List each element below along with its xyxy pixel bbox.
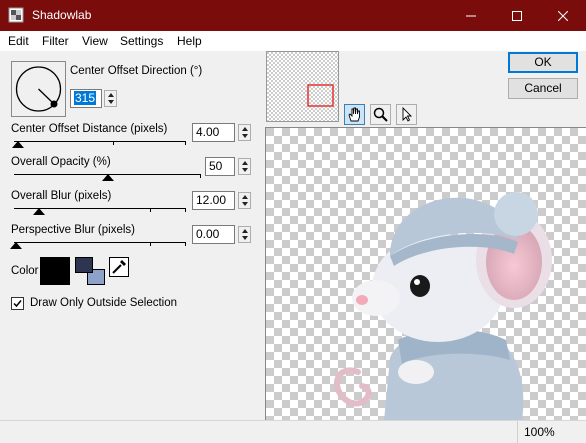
minimize-button[interactable] — [448, 0, 494, 31]
menu-settings[interactable]: Settings — [120, 34, 163, 48]
direction-dial-icon — [15, 66, 62, 112]
thumbnail-preview — [267, 52, 338, 121]
menu-view[interactable]: View — [82, 34, 108, 48]
app-icon — [8, 7, 24, 23]
distance-field[interactable]: 4.00 — [192, 123, 235, 142]
blur-spinner[interactable] — [238, 192, 251, 209]
distance-slider-track[interactable] — [14, 141, 186, 142]
distance-value: 4.00 — [196, 125, 220, 139]
navigator-thumbnail[interactable] — [266, 51, 339, 122]
direction-spinner[interactable] — [104, 90, 117, 107]
perspective-slider-thumb[interactable] — [10, 242, 22, 249]
menu-edit[interactable]: Edit — [8, 34, 29, 48]
shadow-color-swatch[interactable] — [40, 257, 70, 285]
color-label: Color — [11, 265, 39, 277]
menu-filter[interactable]: Filter — [42, 34, 69, 48]
draw-outside-checkbox[interactable] — [11, 297, 24, 310]
title-bar: Shadowlab — [0, 0, 586, 31]
perspective-slider-track[interactable] — [14, 242, 186, 243]
distance-slider-thumb[interactable] — [12, 141, 24, 148]
perspective-label: Perspective Blur (pixels) — [11, 224, 135, 236]
opacity-spinner[interactable] — [238, 158, 251, 175]
menu-bar: Edit Filter View Settings Help — [0, 31, 586, 51]
pointer-tool-button[interactable] — [396, 104, 417, 125]
preview-canvas[interactable] — [265, 127, 586, 420]
checkmark-icon — [13, 300, 22, 308]
distance-label: Center Offset Distance (pixels) — [11, 123, 168, 135]
direction-field[interactable]: 315 — [70, 89, 102, 108]
blur-field[interactable]: 12.00 — [192, 191, 235, 210]
close-button[interactable] — [540, 0, 586, 31]
minimize-icon — [466, 15, 476, 16]
direction-value: 315 — [74, 91, 97, 105]
opacity-value: 50 — [209, 159, 223, 173]
blur-slider-thumb[interactable] — [33, 208, 45, 215]
perspective-value: 0.00 — [196, 227, 220, 241]
opacity-field[interactable]: 50 — [205, 157, 235, 176]
eyedropper-icon — [112, 260, 126, 274]
perspective-field[interactable]: 0.00 — [192, 225, 235, 244]
cancel-button[interactable]: Cancel — [508, 78, 578, 99]
zoom-level: 100% — [524, 425, 555, 439]
zoom-icon — [373, 107, 388, 122]
status-bar: 100% — [0, 420, 586, 443]
preview-image — [266, 128, 586, 420]
maximize-icon — [512, 10, 522, 21]
hand-icon — [348, 107, 360, 122]
blur-value: 12.00 — [196, 193, 227, 207]
pointer-icon — [402, 106, 413, 122]
ok-button[interactable]: OK — [508, 52, 578, 73]
menu-help[interactable]: Help — [177, 34, 202, 48]
blur-label: Overall Blur (pixels) — [11, 190, 112, 202]
opacity-label: Overall Opacity (%) — [11, 156, 111, 168]
direction-dial[interactable] — [11, 61, 66, 117]
zoom-tool-button[interactable] — [370, 104, 391, 125]
maximize-button[interactable] — [494, 0, 540, 31]
close-icon — [558, 10, 568, 21]
opacity-slider-thumb[interactable] — [102, 174, 114, 181]
distance-spinner[interactable] — [238, 124, 251, 141]
color-pair-swatch[interactable] — [75, 257, 105, 285]
perspective-spinner[interactable] — [238, 226, 251, 243]
direction-label: Center Offset Direction (°) — [70, 65, 203, 77]
eyedropper-button[interactable] — [109, 257, 129, 277]
draw-outside-label: Draw Only Outside Selection — [30, 297, 178, 309]
hand-tool-button[interactable] — [344, 104, 365, 125]
window-title: Shadowlab — [32, 8, 92, 22]
